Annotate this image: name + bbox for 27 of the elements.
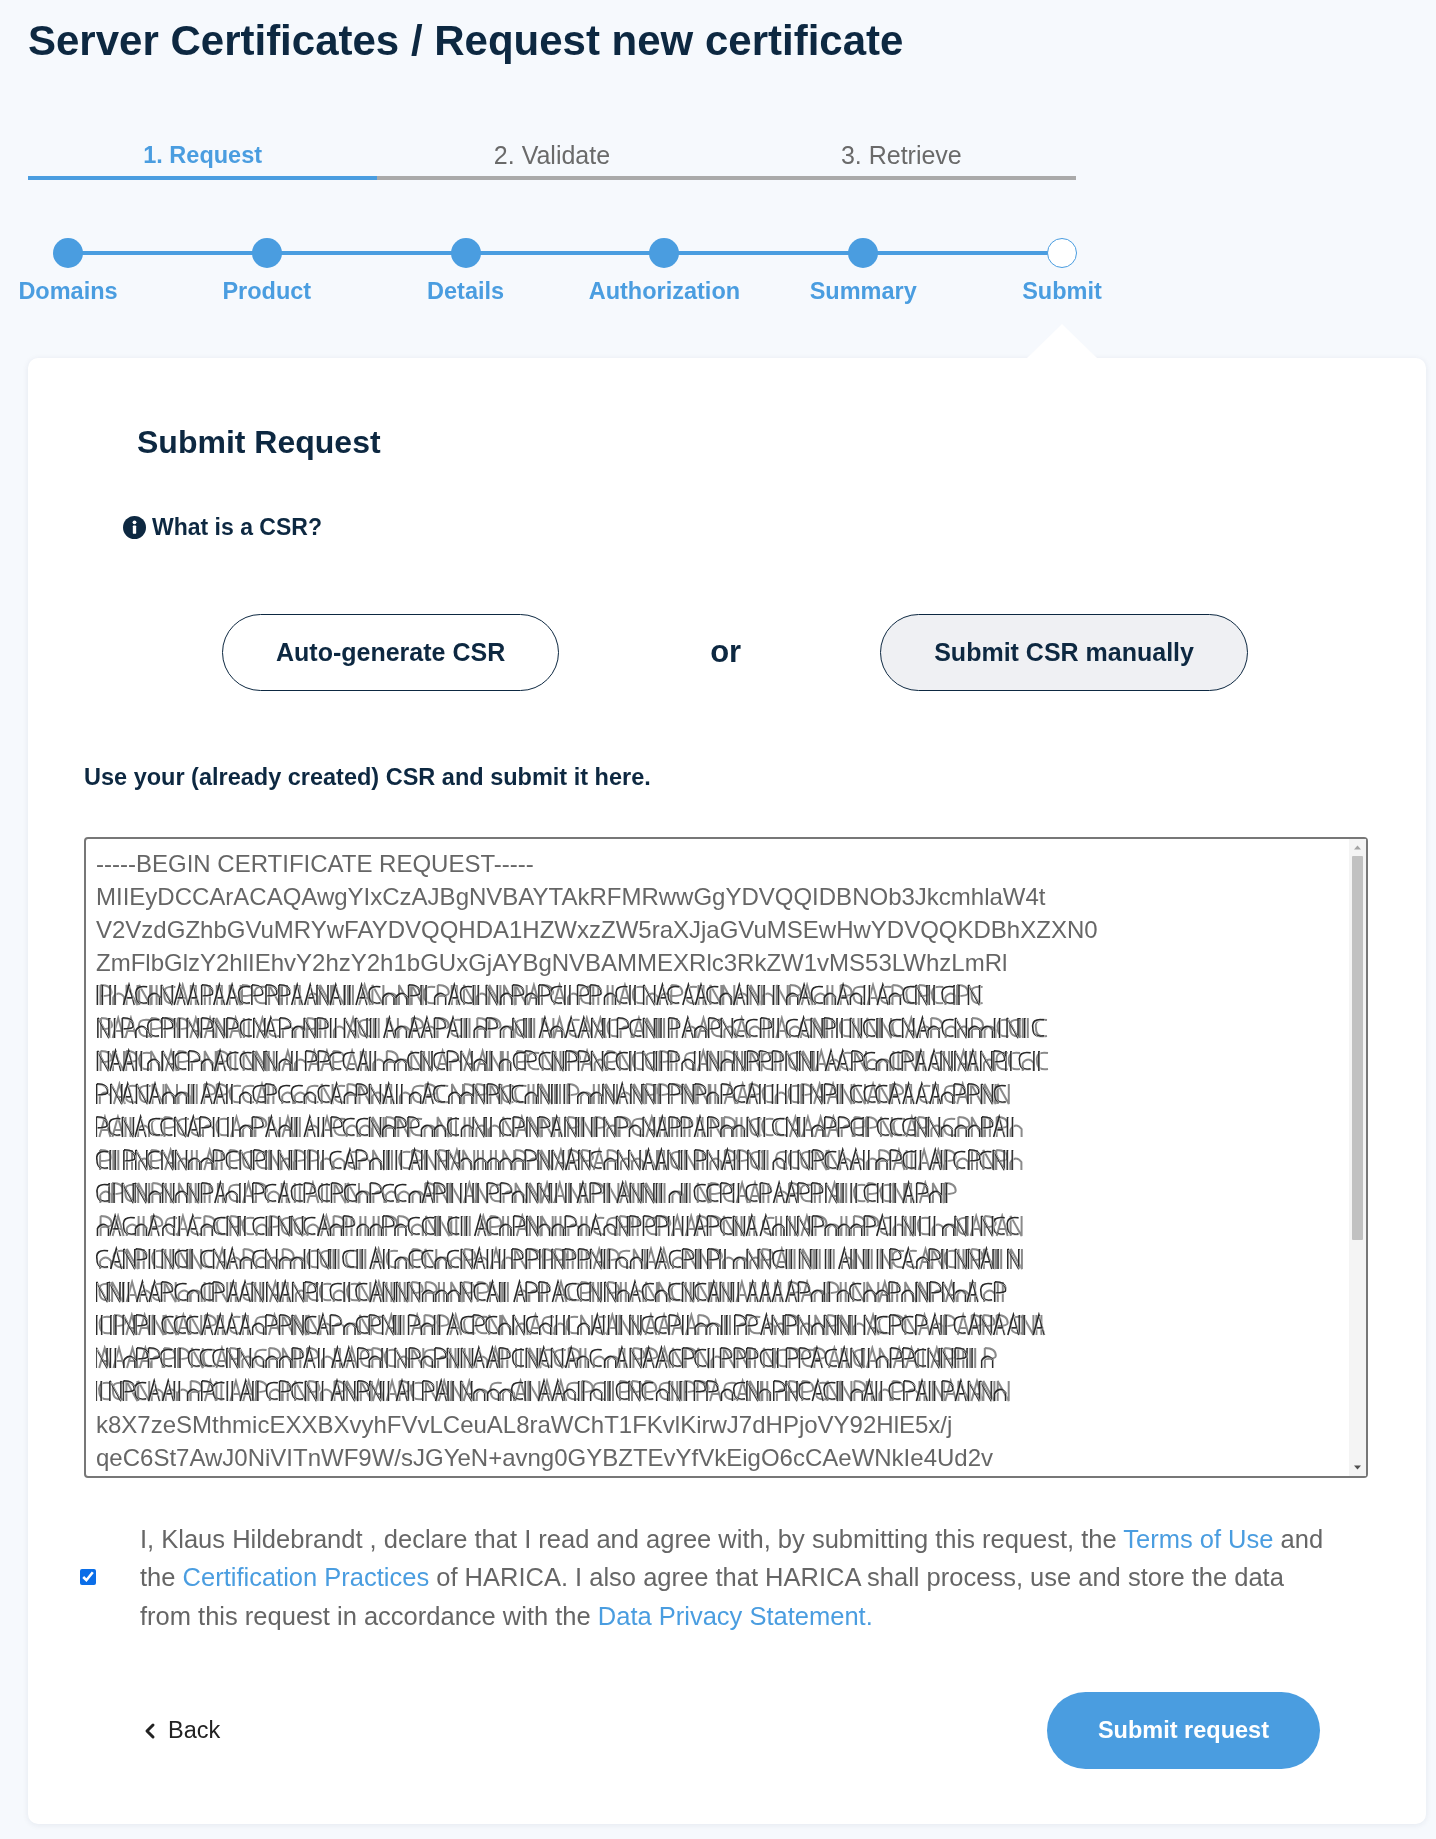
consent-text: I, Klaus Hildebrandt , declare that I read and agree with, by submitting this request, the Terms of Use and the Certification Practices of HARICA. I also agree that HARICA shall process, use and store the data from this request in accordance with the Data Privacy Statement.: [140, 1523, 1325, 1632]
scrollbar-thumb[interactable]: [1352, 855, 1363, 1240]
instruction-text: Use your (already created) CSR and submit it here.: [84, 762, 651, 791]
csr-info-link[interactable]: What is a CSR?: [123, 513, 322, 541]
scrollbar[interactable]: [1349, 838, 1366, 1476]
step-label[interactable]: Submit: [1022, 277, 1102, 305]
consent-link[interactable]: Certification Practices: [182, 1563, 430, 1591]
back-button[interactable]: Back: [138, 1717, 221, 1744]
csr-text-area[interactable]: -----BEGIN CERTIFICATE REQUEST----- MIIEyDCCArACAQAwgYIxCzAJBgNVBAYTAkRFMRwwGgYDVQQIDBNOb3JkcmhlaW4t V2VzdGZhbGVuMRYwFAYDVQQHDA1HZWxzZW5raXJjaGVuMSEwHwYDVQQKDBhXZXN0 ZmFlbGlzY2hlIEhvY2hzY2h1bGUxGjAYBgNVBAMMEXRlc3RkZW1vMS53LWhzLmRl k8X7zeSMthmicEXXBXvyhFVvLCeuAL8raWChT1FKvlKirwJ7dHPjoVY92HlE5x/j qeC6St7AwJ0NiVITnWF9W/sJGYeN+avng0GYBZTEvYfVkEigO6cCAeWNkIe4Ud2v: [84, 836, 1368, 1478]
auto-generate-button[interactable]: Auto-generate CSR: [222, 613, 560, 691]
phase-tab[interactable]: 1. Request: [28, 140, 378, 180]
phase-tab[interactable]: 3. Retrieve: [726, 140, 1076, 180]
submit-request-button[interactable]: Submit request: [1046, 1692, 1320, 1769]
consent-link[interactable]: Data Privacy Statement.: [597, 1601, 873, 1630]
page-title: Server Certificates / Request new certificate: [28, 16, 904, 66]
step-label[interactable]: Domains: [18, 277, 118, 305]
step-label[interactable]: Product: [222, 277, 312, 305]
info-icon: [123, 515, 146, 539]
step-label[interactable]: Authorization: [588, 277, 741, 305]
step-label[interactable]: Summary: [809, 277, 917, 305]
phase-tab[interactable]: 2. Validate: [377, 140, 727, 180]
consent-link[interactable]: Terms of Use: [1123, 1524, 1274, 1553]
card-heading: Submit Request: [137, 423, 381, 461]
step-label[interactable]: Details: [427, 277, 505, 305]
consent-checkbox[interactable]: [80, 1569, 96, 1586]
manual-csr-button[interactable]: Submit CSR manually: [880, 613, 1248, 691]
or-separator: or: [710, 634, 742, 670]
